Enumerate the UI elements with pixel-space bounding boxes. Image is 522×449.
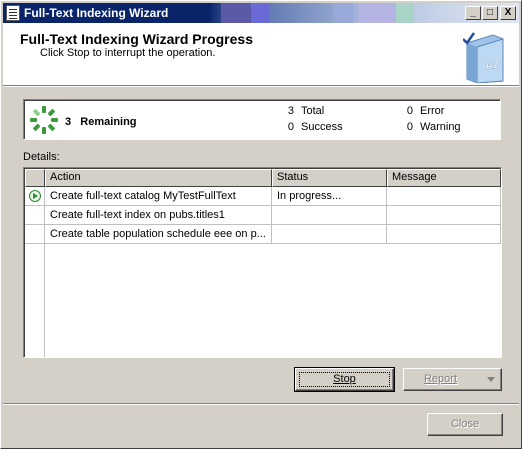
warning-label: Warning <box>420 121 461 133</box>
table-row-message[interactable] <box>387 187 501 206</box>
wizard-book-icon: AZ <box>463 32 504 83</box>
report-button-label: Report <box>423 373 458 385</box>
book-letters: AZ <box>484 59 500 73</box>
window-title: Full-Text Indexing Wizard <box>24 6 169 20</box>
table-row-status[interactable] <box>272 225 387 244</box>
column-rule <box>44 244 45 357</box>
details-label: Details: <box>23 151 60 163</box>
window-icon <box>6 5 20 21</box>
error-count: 0 <box>406 105 413 117</box>
column-header-message[interactable]: Message <box>387 169 501 187</box>
table-row-icon-cell[interactable] <box>25 206 45 225</box>
title-bar-band <box>396 3 414 23</box>
report-button[interactable]: Report <box>403 368 502 391</box>
title-bar-band <box>251 3 269 23</box>
stop-button-label: Stop <box>333 373 356 385</box>
title-bar-band <box>333 3 353 23</box>
column-header-status[interactable]: Status <box>272 169 387 187</box>
remaining-count: 3 <box>65 116 72 128</box>
stop-button[interactable]: Stop <box>294 367 395 392</box>
page-title: Full-Text Indexing Wizard Progress <box>20 31 253 47</box>
remaining-label: Remaining <box>80 116 137 128</box>
warning-stat: 0 Warning <box>403 121 461 133</box>
table-row-action[interactable]: Create table population schedule eee on … <box>45 225 272 244</box>
success-stat: 0 Success <box>284 121 343 133</box>
total-label: Total <box>301 105 325 117</box>
table-row-action[interactable]: Create full-text catalog MyTestFullText <box>45 187 272 206</box>
table-row-message[interactable] <box>387 225 501 244</box>
title-bar-band <box>221 3 251 23</box>
column-header-action[interactable]: Action <box>45 169 272 187</box>
title-bar-band <box>358 3 396 23</box>
warning-count: 0 <box>406 121 413 133</box>
table-row-icon-cell[interactable] <box>25 187 45 206</box>
total-stat: 3 Total <box>284 105 324 117</box>
success-count: 0 <box>287 121 294 133</box>
progress-summary-panel: 3 Remaining 3 Total 0 Success 0 Error 0 Warn… <box>23 99 501 140</box>
column-header-icon[interactable] <box>25 169 45 187</box>
minimize-button[interactable]: _ <box>465 6 481 20</box>
error-label: Error <box>420 105 445 117</box>
wizard-header: Full-Text Indexing Wizard Progress Click… <box>3 23 519 85</box>
maximize-button[interactable]: □ <box>482 6 498 20</box>
spinner-icon <box>30 106 58 134</box>
wizard-window: Full-Text Indexing Wizard _ □ X Full-Tex… <box>0 0 522 449</box>
error-stat: 0 Error <box>403 105 445 117</box>
table-row-icon-cell[interactable] <box>25 225 45 244</box>
remaining-status: 3 Remaining <box>65 116 137 128</box>
table-row-action[interactable]: Create full-text index on pubs.titles1 <box>45 206 272 225</box>
page-subtitle: Click Stop to interrupt the operation. <box>40 47 216 59</box>
title-bar[interactable]: Full-Text Indexing Wizard _ □ X <box>3 3 519 23</box>
footer-divider <box>3 403 519 405</box>
close-window-button[interactable]: X <box>500 6 516 20</box>
table-row-status[interactable]: In progress... <box>272 187 387 206</box>
table-row-message[interactable] <box>387 206 501 225</box>
in-progress-icon <box>29 190 41 202</box>
total-count: 3 <box>287 105 294 117</box>
close-button[interactable]: Close <box>427 413 503 436</box>
header-divider <box>3 85 519 87</box>
dropdown-arrow-icon <box>487 377 495 382</box>
success-label: Success <box>301 121 343 133</box>
table-row-status[interactable] <box>272 206 387 225</box>
details-list[interactable]: Action Status Message Create full-text c… <box>23 167 502 358</box>
